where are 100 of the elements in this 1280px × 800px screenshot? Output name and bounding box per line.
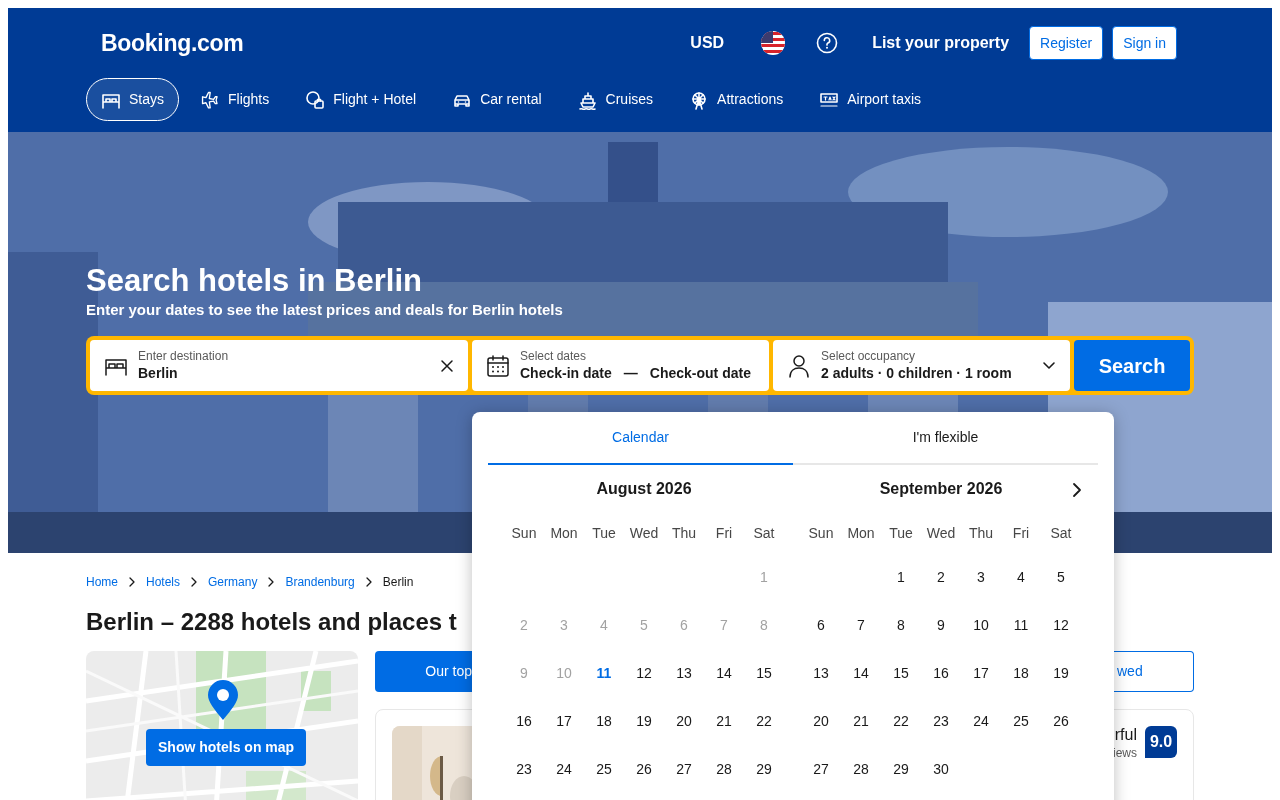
calendar-day[interactable]: 6 — [801, 601, 841, 649]
calendar-day[interactable]: 24 — [544, 745, 584, 793]
weekday-label: Tue — [591, 524, 617, 543]
calendar-day[interactable]: 14 — [841, 649, 881, 697]
month-title: September 2026 — [879, 479, 1003, 499]
calendar-day[interactable]: 3 — [961, 553, 1001, 601]
calendar-day[interactable]: 21 — [704, 697, 744, 745]
picker-tab[interactable]: I'm flexible — [793, 412, 1098, 465]
calendar-day[interactable]: 12 — [1041, 601, 1081, 649]
calendar-day[interactable]: 1 — [881, 553, 921, 601]
calendar-day[interactable]: 17 — [961, 649, 1001, 697]
calendar-day[interactable]: 12 — [624, 649, 664, 697]
currency-button[interactable]: USD — [690, 31, 725, 55]
calendar-day[interactable]: 16 — [504, 697, 544, 745]
help-icon — [816, 32, 839, 54]
calendar-day[interactable]: 21 — [841, 697, 881, 745]
breadcrumb-link[interactable]: Brandenburg — [285, 573, 355, 591]
calendar-day: 7 — [704, 601, 744, 649]
calendar-day[interactable]: 28 — [841, 745, 881, 793]
show-on-map-button[interactable]: Show hotels on map — [146, 729, 307, 766]
date-separator: — — [623, 364, 638, 382]
calendar-day: 6 — [664, 601, 704, 649]
calendar-day[interactable]: 29 — [881, 745, 921, 793]
nav-tab[interactable]: Stays — [86, 78, 179, 121]
calendar-day[interactable]: 25 — [1001, 697, 1041, 745]
calendar-day[interactable]: 8 — [881, 601, 921, 649]
nav-tab[interactable]: Airport taxis — [804, 78, 937, 121]
calendar-day[interactable]: 18 — [584, 697, 624, 745]
sign-in-button[interactable]: Sign in — [1112, 26, 1177, 60]
nav-tab[interactable]: Flights — [185, 78, 285, 121]
calendar-day[interactable]: 25 — [584, 745, 624, 793]
calendar-day[interactable]: 2 — [921, 553, 961, 601]
calendar-day[interactable]: 22 — [744, 697, 784, 745]
nav-tab[interactable]: Cruises — [562, 78, 669, 121]
dates-field[interactable]: Select dates Check-in date — Check-out date — [472, 340, 769, 391]
calendar-day[interactable]: 29 — [744, 745, 784, 793]
calendar-day[interactable]: 27 — [801, 745, 841, 793]
calendar-day[interactable]: 20 — [664, 697, 704, 745]
calendar-day[interactable]: 24 — [961, 697, 1001, 745]
calendar-day[interactable]: 23 — [921, 697, 961, 745]
calendar-day[interactable]: 11 — [584, 649, 624, 697]
calendar-day[interactable]: 9 — [921, 601, 961, 649]
calendar-day[interactable]: 7 — [841, 601, 881, 649]
picker-tab[interactable]: Calendar — [488, 412, 793, 465]
search-button[interactable]: Search — [1074, 340, 1190, 391]
results-heading: Berlin – 2288 hotels and places t — [86, 607, 457, 637]
calendar-day[interactable]: 15 — [881, 649, 921, 697]
calendar-day[interactable]: 11 — [1001, 601, 1041, 649]
breadcrumb-link[interactable]: Home — [86, 573, 118, 591]
calendar-day[interactable]: 15 — [744, 649, 784, 697]
list-property-link[interactable]: List your property — [872, 31, 1010, 55]
calendar-day[interactable]: 19 — [1041, 649, 1081, 697]
weekday-label: Fri — [714, 524, 734, 543]
calendar-day[interactable]: 14 — [704, 649, 744, 697]
calendar-day[interactable]: 13 — [801, 649, 841, 697]
calendar-day[interactable]: 17 — [544, 697, 584, 745]
weekday-label: Sat — [752, 524, 776, 543]
chevron-right-icon — [364, 577, 373, 587]
calendar-day: 1 — [744, 553, 784, 601]
field-value: Berlin — [138, 364, 179, 382]
calendar-day[interactable]: 19 — [624, 697, 664, 745]
calendar-day[interactable]: 28 — [704, 745, 744, 793]
weekday-label: Fri — [1011, 524, 1031, 543]
nav-tab[interactable]: Car rental — [437, 78, 557, 121]
weekday-label: Mon — [846, 524, 876, 543]
weekday-label: Wed — [925, 524, 957, 543]
calendar-day[interactable]: 26 — [1041, 697, 1081, 745]
occupancy-field[interactable]: Select occupancy 2 adults · 0 children · 1 room — [773, 340, 1070, 391]
calendar-day[interactable]: 18 — [1001, 649, 1041, 697]
weekday-label: Thu — [967, 524, 995, 543]
calendar-day[interactable]: 5 — [1041, 553, 1081, 601]
register-button[interactable]: Register — [1029, 26, 1104, 60]
calendar-day[interactable]: 26 — [624, 745, 664, 793]
calendar-day[interactable]: 23 — [504, 745, 544, 793]
sort-tab[interactable]: wed — [1114, 651, 1194, 692]
calendar-day[interactable]: 16 — [921, 649, 961, 697]
calendar-day[interactable]: 10 — [961, 601, 1001, 649]
calendar-day[interactable]: 13 — [664, 649, 704, 697]
airplane-icon — [200, 89, 220, 110]
breadcrumb-link[interactable]: Hotels — [146, 573, 181, 591]
chevron-right-icon — [1072, 482, 1082, 498]
destination-field[interactable]: Enter destination Berlin — [90, 340, 468, 391]
calendar-day: 3 — [544, 601, 584, 649]
logo[interactable]: Booking.com — [101, 25, 244, 61]
calendar-day[interactable]: 22 — [881, 697, 921, 745]
calendar-day[interactable]: 4 — [1001, 553, 1041, 601]
review-score: 9.0 — [1145, 726, 1177, 758]
calendar-day[interactable]: 27 — [664, 745, 704, 793]
nav-tab[interactable]: Attractions — [674, 78, 799, 121]
calendar-day[interactable]: 30 — [921, 745, 961, 793]
ship-icon — [577, 89, 598, 110]
weekday-label: Mon — [549, 524, 579, 543]
sort-tab[interactable]: Our top — [375, 651, 472, 692]
calendar-day[interactable]: 20 — [801, 697, 841, 745]
review-count: iews — [1113, 745, 1137, 762]
breadcrumb-link[interactable]: Germany — [208, 573, 258, 591]
nav-tab[interactable]: Flight + Hotel — [290, 78, 432, 121]
weekday-label: Sat — [1049, 524, 1073, 543]
weekday-label: Sun — [807, 524, 835, 543]
weekday-label: Wed — [628, 524, 660, 543]
